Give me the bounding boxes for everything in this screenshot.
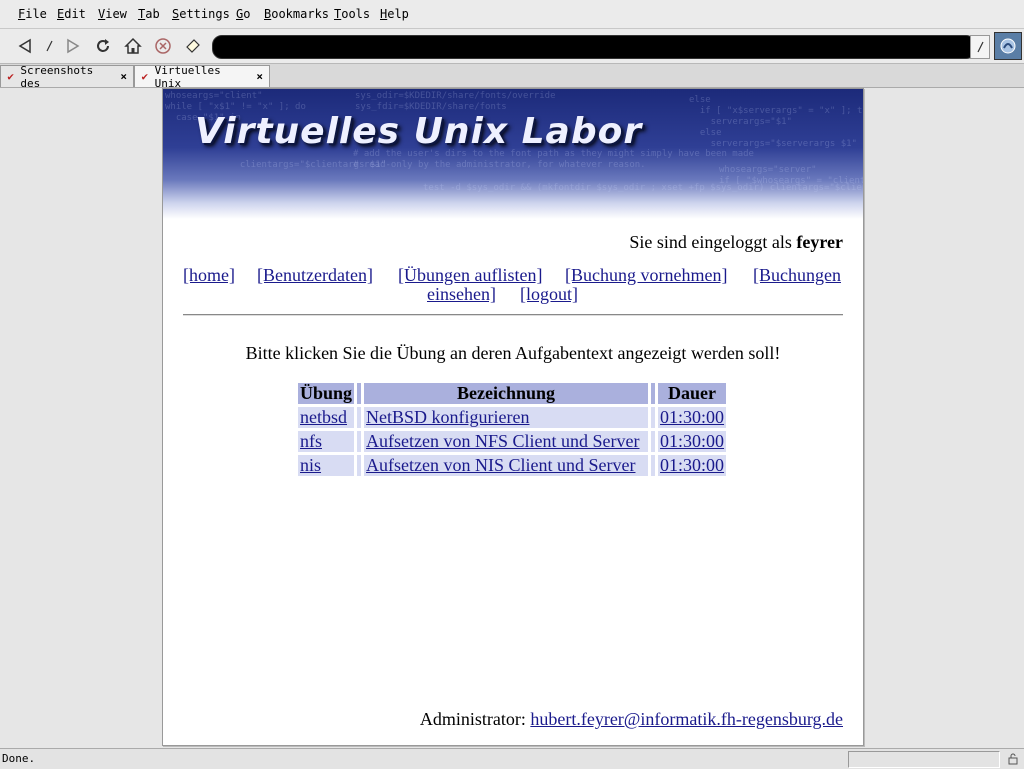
duration-link[interactable]: 01:30:00 — [660, 407, 724, 427]
nav-home-link[interactable]: [home] — [183, 265, 235, 286]
login-prefix: Sie sind eingeloggt als — [629, 232, 792, 252]
admin-footer: Administrator: hubert.feyrer@informatik.… — [420, 709, 843, 730]
exercise-table: Übung Bezeichnung Dauer netbsd NetBSD ko… — [295, 380, 729, 479]
header-banner: whoseargs="client" while [ "x$1" != "x" … — [163, 89, 863, 219]
cell-spacer — [651, 407, 656, 428]
menu-view[interactable]: View — [98, 7, 127, 21]
url-dropdown-icon[interactable] — [970, 35, 990, 59]
cell-spacer — [357, 455, 362, 476]
throbber-icon — [994, 32, 1022, 60]
exercise-title-link[interactable]: Aufsetzen von NIS Client und Server — [366, 455, 635, 475]
table-header-row: Übung Bezeichnung Dauer — [298, 383, 727, 404]
close-tab-icon[interactable]: × — [256, 70, 263, 83]
status-text: Done. — [2, 752, 36, 765]
cell-dauer: 01:30:00 — [658, 431, 727, 452]
tab-label: Screenshots des — [20, 63, 94, 90]
cell-spacer — [357, 431, 362, 452]
menu-bookmarks[interactable]: Bookmarks — [264, 7, 329, 21]
cell-dauer: 01:30:00 — [658, 407, 727, 428]
bookmark-icon[interactable] — [182, 35, 204, 57]
header-bezeichnung: Bezeichnung — [364, 383, 649, 404]
login-user: feyrer — [796, 232, 843, 252]
banner-code-7: whoseargs="server" if [ "$whoseargs" = "… — [719, 165, 863, 186]
exercise-title-link[interactable]: Aufsetzen von NFS Client und Server — [366, 431, 639, 451]
status-progress-segment — [848, 751, 1000, 768]
table-row: nis Aufsetzen von NIS Client und Server … — [298, 455, 727, 476]
header-spacer — [651, 383, 656, 404]
login-status: Sie sind eingeloggt als feyrer — [629, 232, 843, 253]
home-icon[interactable] — [122, 35, 144, 57]
menu-tools[interactable]: Tools — [334, 7, 370, 21]
favicon-icon: ✔ — [141, 70, 149, 83]
table-row: netbsd NetBSD konfigurieren 01:30:00 — [298, 407, 727, 428]
menu-settings[interactable]: Settings — [172, 7, 230, 21]
duration-link[interactable]: 01:30:00 — [660, 431, 724, 451]
forward-icon[interactable] — [62, 35, 84, 57]
banner-code-2: sys_odir=$KDEDIR/share/fonts/override sy… — [355, 91, 556, 112]
cell-spacer — [357, 407, 362, 428]
cell-bezeichnung: Aufsetzen von NIS Client und Server — [364, 455, 649, 476]
tab-virtuelles-unix[interactable]: ✔ Virtuelles Unix × — [134, 63, 270, 90]
close-tab-icon[interactable]: × — [120, 70, 127, 83]
cell-spacer — [651, 431, 656, 452]
exercise-title-link[interactable]: NetBSD konfigurieren — [366, 407, 529, 427]
cell-bezeichnung: Aufsetzen von NFS Client und Server — [364, 431, 649, 452]
nav-uebungen-link[interactable]: [Übungen auflisten] — [398, 265, 542, 286]
reload-icon[interactable] — [92, 35, 114, 57]
exercise-link[interactable]: nfs — [300, 431, 322, 451]
tab-label: Virtuelles Unix — [154, 63, 221, 90]
back-icon[interactable] — [14, 35, 36, 57]
nav-buchung-vornehmen-link[interactable]: [Buchung vornehmen] — [565, 265, 727, 286]
nav-logout-link[interactable]: [logout] — [520, 284, 578, 305]
tab-bar: ✔ Screenshots des × ✔ Virtuelles Unix × — [0, 63, 1024, 90]
status-bar: Done. — [0, 748, 1024, 769]
exercise-link[interactable]: netbsd — [300, 407, 347, 427]
menu-help[interactable]: Help — [380, 7, 409, 21]
menu-tab[interactable]: Tab — [138, 7, 160, 21]
security-lock-icon[interactable] — [1005, 751, 1021, 766]
favicon-icon: ✔ — [7, 70, 14, 83]
header-uebung: Übung — [298, 383, 355, 404]
web-page: whoseargs="client" while [ "x$1" != "x" … — [162, 88, 864, 746]
nav-buchungen-einsehen-link[interactable]: [Buchungen — [753, 265, 841, 286]
table-row: nfs Aufsetzen von NFS Client und Server … — [298, 431, 727, 452]
cell-uebung: nis — [298, 455, 355, 476]
banner-code-3: # add the user's dirs to the font path a… — [353, 149, 754, 170]
banner-code-4: clientargs="$clientargs $1" — [229, 160, 387, 170]
menu-edit[interactable]: Edit — [57, 7, 86, 21]
divider — [183, 314, 843, 316]
tab-screenshots[interactable]: ✔ Screenshots des × — [0, 63, 134, 90]
content-area: whoseargs="client" while [ "x$1" != "x" … — [0, 88, 1024, 748]
stop-slash-icon — [42, 35, 56, 57]
cell-spacer — [651, 455, 656, 476]
nav-buchungen-einsehen-link-cont[interactable]: einsehen] — [427, 284, 496, 305]
admin-email-link[interactable]: hubert.feyrer@informatik.fh-regensburg.d… — [530, 709, 843, 729]
cell-uebung: netbsd — [298, 407, 355, 428]
navigation-toolbar — [0, 29, 1024, 64]
exercise-link[interactable]: nis — [300, 455, 321, 475]
menu-file[interactable]: File — [18, 7, 47, 21]
cell-uebung: nfs — [298, 431, 355, 452]
cell-bezeichnung: NetBSD konfigurieren — [364, 407, 649, 428]
menu-bar: File Edit View Tab Settings Go Bookmarks… — [0, 0, 1024, 29]
stop-icon[interactable] — [152, 35, 174, 57]
cell-dauer: 01:30:00 — [658, 455, 727, 476]
header-dauer: Dauer — [658, 383, 727, 404]
nav-benutzerdaten-link[interactable]: [Benutzerdaten] — [257, 265, 373, 286]
banner-code-6: else if [ "x$serverargs" = "x" ]; then s… — [689, 95, 863, 149]
banner-title: Virtuelles Unix Labor — [195, 111, 643, 152]
duration-link[interactable]: 01:30:00 — [660, 455, 724, 475]
menu-go[interactable]: Go — [236, 7, 250, 21]
admin-label: Administrator: — [419, 709, 526, 729]
url-input[interactable] — [212, 35, 976, 59]
header-spacer — [357, 383, 362, 404]
instruction-text: Bitte klicken Sie die Übung an deren Auf… — [245, 343, 781, 363]
